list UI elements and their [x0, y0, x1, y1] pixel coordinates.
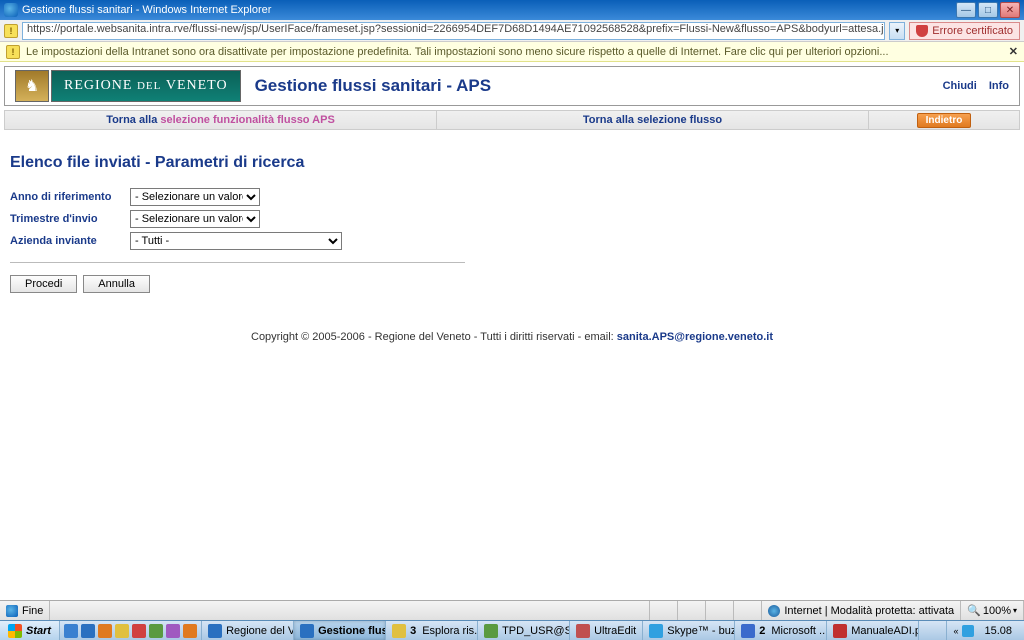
zoom-control[interactable]: 🔍 100% ▾: [961, 601, 1024, 620]
taskbar-item-icon: [484, 624, 498, 638]
taskbar-item-1[interactable]: Gestione flus...: [294, 621, 386, 640]
nav-link-selezione-flusso[interactable]: Torna alla selezione flusso: [583, 114, 722, 126]
taskbar-item-count: 2: [759, 625, 765, 637]
quick-launch: [60, 621, 202, 640]
nav-prefix: Torna alla: [106, 114, 160, 126]
taskbar-item-label: Regione del V...: [226, 625, 294, 637]
ql-app3-icon[interactable]: [166, 624, 180, 638]
taskbar-item-label: Gestione flus...: [318, 625, 386, 637]
azienda-select[interactable]: - Tutti -: [130, 232, 342, 250]
nav-cell-selezione-flusso: Torna alla selezione flusso: [437, 111, 869, 129]
windows-logo-icon: [8, 624, 22, 638]
taskbar-item-label: ManualeADI.p...: [851, 625, 919, 637]
taskbar-item-4[interactable]: UltraEdit: [570, 621, 643, 640]
zoom-icon: 🔍: [967, 604, 981, 617]
tray-icon[interactable]: [962, 625, 974, 637]
taskbar-item-2[interactable]: 3 Esplora ris...: [386, 621, 478, 640]
maximize-button[interactable]: □: [978, 2, 998, 18]
warn-icon: !: [6, 45, 20, 59]
info-bar-close[interactable]: ✕: [1009, 45, 1018, 58]
region-name: REGIONE DEL VENETO: [51, 70, 241, 102]
tray-expand[interactable]: «: [953, 626, 958, 636]
footer-email[interactable]: sanita.APS@regione.veneto.it: [617, 331, 773, 343]
taskbar-item-icon: [576, 624, 590, 638]
taskbar-item-3[interactable]: TPD_USR@SV...: [478, 621, 570, 640]
ql-app1-icon[interactable]: [132, 624, 146, 638]
nav-cell-indietro: Indietro: [869, 111, 1019, 129]
info-bar-text: Le impostazioni della Intranet sono ora …: [26, 46, 1009, 58]
globe-icon: [768, 605, 780, 617]
link-chiudi[interactable]: Chiudi: [943, 80, 977, 92]
taskbar-item-label: TPD_USR@SV...: [502, 625, 570, 637]
ql-firefox-icon[interactable]: [98, 624, 112, 638]
status-fill: [50, 601, 650, 620]
ie-small-icon: [6, 605, 18, 617]
region-logo: ♞ REGIONE DEL VENETO: [15, 70, 241, 102]
taskbar-item-icon: [208, 624, 222, 638]
intranet-info-bar[interactable]: ! Le impostazioni della Intranet sono or…: [0, 42, 1024, 62]
indietro-button[interactable]: Indietro: [917, 113, 972, 128]
taskbar-item-label: Esplora ris...: [422, 625, 478, 637]
form-divider: [10, 262, 465, 263]
taskbar-item-0[interactable]: Regione del V...: [202, 621, 294, 640]
taskbar-item-7[interactable]: ManualeADI.p...: [827, 621, 919, 640]
taskbar-item-label: Skype™ - buzz...: [667, 625, 735, 637]
window-title: Gestione flussi sanitari - Windows Inter…: [22, 4, 956, 16]
procedi-button[interactable]: Procedi: [10, 275, 77, 293]
lion-icon: ♞: [15, 70, 49, 102]
window-title-bar: Gestione flussi sanitari - Windows Inter…: [0, 0, 1024, 20]
app-title: Gestione flussi sanitari - APS: [255, 76, 492, 96]
ql-explorer-icon[interactable]: [115, 624, 129, 638]
taskbar-item-label: Microsoft ...: [771, 625, 827, 637]
security-warn-icon: !: [4, 24, 18, 38]
annulla-button[interactable]: Annulla: [83, 275, 150, 293]
taskbar-item-count: 3: [410, 625, 416, 637]
anno-select[interactable]: - Selezionare un valore -: [130, 188, 260, 206]
taskbar-item-6[interactable]: 2 Microsoft ...: [735, 621, 827, 640]
windows-taskbar: Start Regione del V... Gestione flus... 3E…: [0, 620, 1024, 640]
cert-error-badge[interactable]: Errore certificato: [909, 22, 1020, 40]
anno-label: Anno di riferimento: [10, 191, 130, 203]
app-header: ♞ REGIONE DEL VENETO Gestione flussi san…: [4, 66, 1020, 106]
start-button[interactable]: Start: [0, 621, 60, 640]
shield-icon: [916, 25, 928, 37]
taskbar-item-icon: [833, 624, 847, 638]
taskbar-item-icon: [392, 624, 406, 638]
clock[interactable]: 15.08: [978, 625, 1018, 637]
taskbar-item-icon: [649, 624, 663, 638]
ql-app4-icon[interactable]: [183, 624, 197, 638]
footer-copyright: Copyright © 2005-2006 - Regione del Vene…: [0, 331, 1024, 343]
status-bar: Fine Internet | Modalità protetta: attiv…: [0, 600, 1024, 620]
taskbar-item-icon: [300, 624, 314, 638]
ql-desktop-icon[interactable]: [64, 624, 78, 638]
ql-app2-icon[interactable]: [149, 624, 163, 638]
ie-icon: [4, 3, 18, 17]
search-form: Anno di riferimento - Selezionare un val…: [10, 188, 1014, 250]
nav-cell-funzionalita: Torna alla selezione funzionalità flusso…: [5, 111, 437, 129]
taskbar-item-label: UltraEdit: [594, 625, 636, 637]
status-zone: Internet | Modalità protetta: attivata: [762, 601, 961, 620]
url-dropdown[interactable]: ▾: [889, 22, 905, 40]
url-input[interactable]: https://portale.websanita.intra.rve/flus…: [22, 22, 885, 40]
link-info[interactable]: Info: [989, 80, 1009, 92]
window-close-button[interactable]: ✕: [1000, 2, 1020, 18]
minimize-button[interactable]: —: [956, 2, 976, 18]
cert-error-text: Errore certificato: [932, 25, 1013, 37]
taskbar-item-icon: [741, 624, 755, 638]
trimestre-label: Trimestre d'invio: [10, 213, 130, 225]
taskbar-item-5[interactable]: Skype™ - buzz...: [643, 621, 735, 640]
address-bar: ! https://portale.websanita.intra.rve/fl…: [0, 20, 1024, 42]
ql-ie-icon[interactable]: [81, 624, 95, 638]
section-title: Elenco file inviati - Parametri di ricer…: [10, 154, 1014, 172]
status-left: Fine: [0, 601, 50, 620]
azienda-label: Azienda inviante: [10, 235, 130, 247]
system-tray: « 15.08: [946, 621, 1024, 640]
nav-bar: Torna alla selezione funzionalità flusso…: [4, 110, 1020, 130]
nav-link-funzionalita[interactable]: selezione funzionalità flusso APS: [160, 114, 334, 126]
trimestre-select[interactable]: - Selezionare un valore -: [130, 210, 260, 228]
